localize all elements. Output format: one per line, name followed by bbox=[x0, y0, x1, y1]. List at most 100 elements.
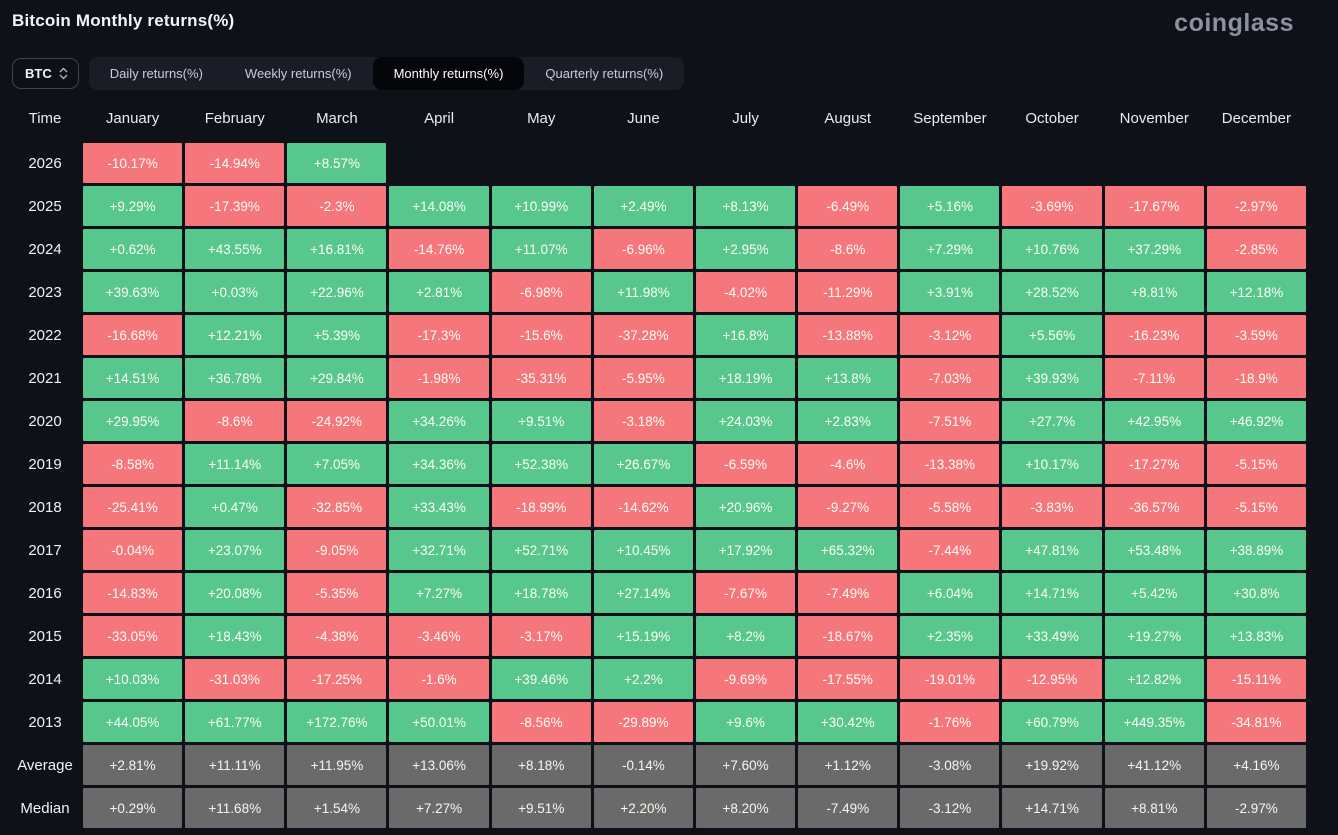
return-cell: +16.81% bbox=[287, 229, 387, 269]
row-label-2024: 2024 bbox=[28, 240, 62, 258]
return-cell: -16.68% bbox=[83, 315, 183, 355]
tab-weekly-returns[interactable]: Weekly returns(%) bbox=[224, 57, 373, 90]
return-cell: +2.20% bbox=[593, 788, 693, 828]
return-cell: +449.35% bbox=[1104, 702, 1204, 742]
return-cell: +0.29% bbox=[83, 788, 183, 828]
return-cell: +2.83% bbox=[798, 401, 898, 441]
return-cell: -15.11% bbox=[1206, 659, 1306, 699]
return-cell: +20.08% bbox=[185, 573, 285, 613]
return-cell: +5.56% bbox=[1002, 315, 1102, 355]
return-cell: +7.27% bbox=[389, 573, 489, 613]
empty-cell bbox=[1002, 143, 1101, 183]
return-cell: +30.42% bbox=[798, 702, 898, 742]
return-cell: +17.92% bbox=[695, 530, 796, 570]
return-cell: +7.27% bbox=[389, 788, 489, 828]
tab-quarterly-returns[interactable]: Quarterly returns(%) bbox=[524, 57, 684, 90]
return-cell: +39.46% bbox=[491, 659, 591, 699]
return-cell: -8.6% bbox=[798, 229, 898, 269]
return-cell: +172.76% bbox=[287, 702, 387, 742]
return-cell: +0.03% bbox=[185, 272, 285, 312]
row-label-2017: 2017 bbox=[28, 541, 62, 559]
return-cell: +19.27% bbox=[1104, 616, 1204, 656]
return-cell: -36.57% bbox=[1104, 487, 1204, 527]
return-cell: -2.97% bbox=[1206, 186, 1306, 226]
returns-tabs: Daily returns(%) Weekly returns(%) Monthly… bbox=[88, 57, 685, 90]
return-cell: -18.67% bbox=[798, 616, 898, 656]
return-cell: +24.03% bbox=[695, 401, 796, 441]
return-cell: +2.2% bbox=[593, 659, 693, 699]
row-label-2025: 2025 bbox=[28, 197, 62, 215]
empty-cell bbox=[798, 143, 897, 183]
return-cell: -3.08% bbox=[900, 745, 1000, 785]
return-cell: -0.04% bbox=[83, 530, 183, 570]
return-cell: -1.6% bbox=[389, 659, 489, 699]
return-cell: +5.16% bbox=[900, 186, 1000, 226]
return-cell: +10.45% bbox=[593, 530, 693, 570]
row-label-2013: 2013 bbox=[28, 713, 62, 731]
return-cell: -13.38% bbox=[900, 444, 1000, 484]
return-cell: -9.05% bbox=[287, 530, 387, 570]
return-cell: +11.98% bbox=[593, 272, 693, 312]
return-cell: +11.07% bbox=[491, 229, 591, 269]
return-cell: +12.21% bbox=[185, 315, 285, 355]
tab-monthly-returns[interactable]: Monthly returns(%) bbox=[372, 57, 525, 90]
row-label-2023: 2023 bbox=[28, 283, 62, 301]
return-cell: -4.6% bbox=[798, 444, 898, 484]
row-label-2015: 2015 bbox=[28, 627, 62, 645]
column-header-month: April bbox=[424, 110, 455, 127]
return-cell: -32.85% bbox=[287, 487, 387, 527]
return-cell: -2.97% bbox=[1206, 788, 1306, 828]
return-cell: -7.49% bbox=[798, 788, 898, 828]
return-cell: -3.12% bbox=[900, 788, 1000, 828]
empty-cell bbox=[492, 143, 591, 183]
return-cell: +10.99% bbox=[491, 186, 591, 226]
empty-cell bbox=[594, 143, 693, 183]
return-cell: +0.62% bbox=[83, 229, 183, 269]
return-cell: -11.29% bbox=[798, 272, 898, 312]
return-cell: +65.32% bbox=[798, 530, 898, 570]
row-label-2014: 2014 bbox=[28, 670, 62, 688]
return-cell: +14.08% bbox=[389, 186, 489, 226]
return-cell: +39.63% bbox=[83, 272, 183, 312]
return-cell: +2.49% bbox=[593, 186, 693, 226]
return-cell: +42.95% bbox=[1104, 401, 1204, 441]
empty-cell bbox=[1207, 143, 1306, 183]
symbol-select[interactable]: BTC bbox=[12, 58, 79, 89]
return-cell: -33.05% bbox=[83, 616, 183, 656]
return-cell: -8.56% bbox=[491, 702, 591, 742]
column-header-month: February bbox=[204, 110, 265, 127]
return-cell: +13.06% bbox=[389, 745, 489, 785]
return-cell: +8.81% bbox=[1104, 272, 1204, 312]
return-cell: +38.89% bbox=[1206, 530, 1306, 570]
return-cell: -9.27% bbox=[798, 487, 898, 527]
return-cell: +11.68% bbox=[185, 788, 285, 828]
empty-cell bbox=[900, 143, 999, 183]
return-cell: -25.41% bbox=[83, 487, 183, 527]
column-header-month: July bbox=[732, 110, 759, 127]
return-cell: +7.29% bbox=[900, 229, 1000, 269]
return-cell: +12.82% bbox=[1104, 659, 1204, 699]
return-cell: -14.83% bbox=[83, 573, 183, 613]
return-cell: +11.95% bbox=[287, 745, 387, 785]
return-cell: -5.35% bbox=[287, 573, 387, 613]
return-cell: -5.58% bbox=[900, 487, 1000, 527]
row-label-average: Average bbox=[17, 756, 73, 774]
return-cell: -18.99% bbox=[491, 487, 591, 527]
return-cell: +20.96% bbox=[695, 487, 796, 527]
return-cell: +27.14% bbox=[593, 573, 693, 613]
return-cell: +19.92% bbox=[1002, 745, 1102, 785]
return-cell: +26.67% bbox=[593, 444, 693, 484]
column-header-month: March bbox=[316, 110, 358, 127]
return-cell: -31.03% bbox=[185, 659, 285, 699]
return-cell: +29.84% bbox=[287, 358, 387, 398]
return-cell: +15.19% bbox=[593, 616, 693, 656]
returns-table: Time January February March April May June July… bbox=[10, 99, 1306, 828]
tab-daily-returns[interactable]: Daily returns(%) bbox=[89, 57, 224, 90]
return-cell: +0.47% bbox=[185, 487, 285, 527]
return-cell: -17.55% bbox=[798, 659, 898, 699]
return-cell: +52.71% bbox=[491, 530, 591, 570]
return-cell: +5.39% bbox=[287, 315, 387, 355]
return-cell: +13.83% bbox=[1206, 616, 1306, 656]
return-cell: -17.27% bbox=[1104, 444, 1204, 484]
column-header-time: Time bbox=[28, 110, 62, 127]
